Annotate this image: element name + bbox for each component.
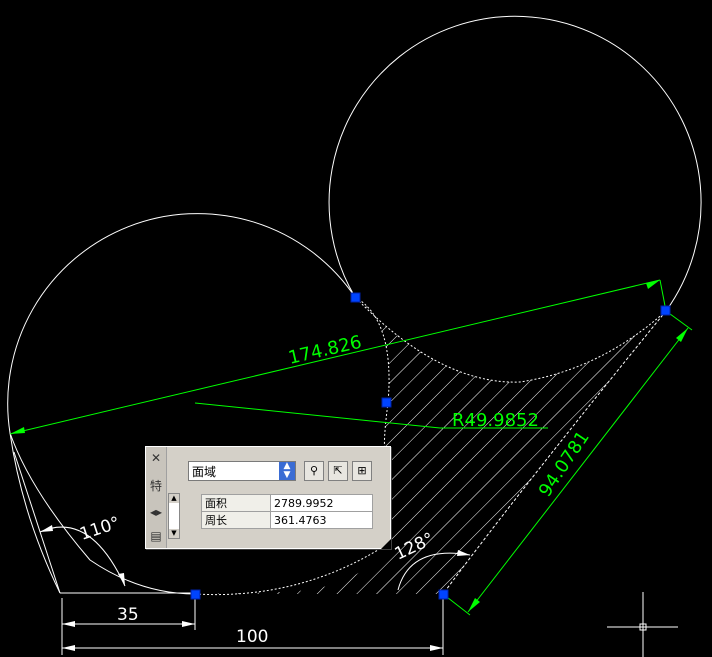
properties-table: 面积 2789.9952 周长 361.4763 <box>201 494 373 529</box>
grip-bottom-left[interactable] <box>190 589 201 600</box>
scroll-up-icon[interactable]: ▲ <box>169 494 179 503</box>
scroll-down-icon[interactable]: ▼ <box>169 529 179 538</box>
property-label: 周长 <box>201 511 271 529</box>
properties-palette[interactable]: ✕ 特 ◂▸ ▤ ▲ ▼ 面域 ▲ ▼ ⚲ ⇱ ⊞ 面积 2789.9952 周长… <box>145 446 391 549</box>
pickadd-icon[interactable]: ⊞ <box>352 461 372 481</box>
table-row[interactable]: 面积 2789.9952 <box>201 494 373 512</box>
grip-upper-left[interactable] <box>350 292 361 303</box>
select-objects-icon[interactable]: ⇱ <box>328 461 348 481</box>
palette-titlebar[interactable]: ✕ 特 ◂▸ ▤ <box>146 447 167 548</box>
palette-scrollbar[interactable]: ▲ ▼ <box>168 493 180 539</box>
grip-mid-left[interactable] <box>381 397 392 408</box>
property-label: 面积 <box>201 494 271 512</box>
left-edge[interactable] <box>13 451 61 594</box>
property-value[interactable]: 2789.9952 <box>270 494 373 512</box>
crosshair-cursor <box>607 592 678 657</box>
dim-linear-long-text: 100 <box>236 627 268 647</box>
quick-select-icon[interactable]: ⚲ <box>304 461 324 481</box>
dim-aligned-long-text: 174.826 <box>286 332 363 369</box>
dim-radius-text: R49.9852 <box>452 410 539 431</box>
grip-bottom-right[interactable] <box>438 589 449 600</box>
dim-linear-short[interactable]: 35 <box>61 598 196 630</box>
object-type-select[interactable]: 面域 ▲ ▼ <box>188 461 296 481</box>
upper-circle[interactable] <box>328 15 702 312</box>
grip-upper-right[interactable] <box>660 305 671 316</box>
dim-angle-left-text: 110° <box>77 513 122 545</box>
resize-corner[interactable] <box>381 539 391 549</box>
drawing-canvas[interactable]: 174.826 R49.9852 94.0781 110° 128° 35 10… <box>0 0 712 657</box>
property-value[interactable]: 361.4763 <box>270 511 373 529</box>
pin-icon[interactable]: 特 <box>149 479 163 493</box>
properties-icon[interactable]: ▤ <box>149 529 163 543</box>
dim-linear-short-text: 35 <box>117 605 139 625</box>
dim-angle-left[interactable]: 110° <box>39 513 126 587</box>
close-icon[interactable]: ✕ <box>149 451 163 465</box>
object-type-value: 面域 <box>192 465 217 479</box>
chevron-updown-icon[interactable]: ▲ ▼ <box>279 462 295 480</box>
autohide-icon[interactable]: ◂▸ <box>149 505 163 519</box>
table-row[interactable]: 周长 361.4763 <box>201 511 373 529</box>
